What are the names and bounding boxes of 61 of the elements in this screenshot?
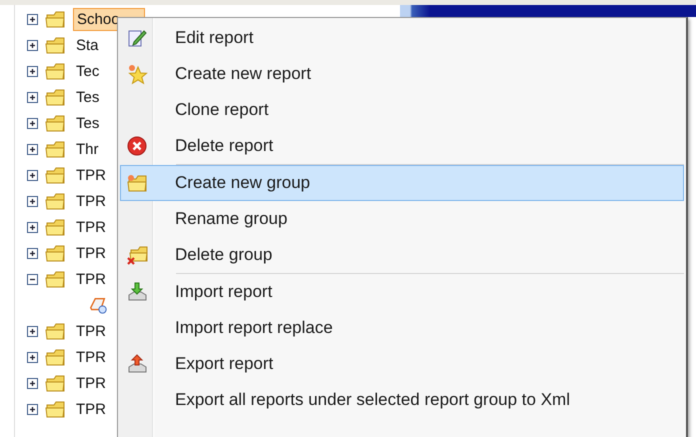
tree-item[interactable]: TPR bbox=[73, 216, 109, 238]
tree-item[interactable]: TPR bbox=[73, 346, 109, 368]
expand-icon[interactable] bbox=[27, 326, 38, 336]
folder-icon bbox=[45, 35, 67, 55]
tree-item[interactable]: Tec bbox=[73, 60, 102, 82]
delete-icon bbox=[126, 135, 148, 157]
folder-icon bbox=[126, 244, 148, 266]
tree-item[interactable]: TPR bbox=[73, 372, 109, 394]
expand-icon[interactable] bbox=[27, 144, 38, 154]
folder-icon bbox=[45, 217, 67, 237]
folder-icon bbox=[45, 269, 67, 289]
tree-item[interactable]: Tes bbox=[73, 112, 102, 134]
star-icon bbox=[126, 63, 148, 85]
tree-item[interactable]: TPR bbox=[73, 164, 109, 186]
tree-item[interactable]: Tes bbox=[73, 86, 102, 108]
expand-icon[interactable] bbox=[27, 378, 38, 388]
folder-icon bbox=[45, 191, 67, 211]
menu-item[interactable]: Rename group bbox=[120, 201, 684, 237]
folder-icon bbox=[45, 347, 67, 367]
folder-icon bbox=[45, 243, 67, 263]
folder-icon bbox=[45, 165, 67, 185]
export-icon bbox=[126, 353, 148, 375]
import-icon bbox=[126, 281, 148, 303]
menu-item[interactable]: Delete report bbox=[120, 128, 684, 164]
folder-icon bbox=[45, 321, 67, 341]
tree-item[interactable]: TPR bbox=[73, 190, 109, 212]
expand-icon[interactable] bbox=[27, 40, 38, 50]
expand-icon[interactable] bbox=[27, 404, 38, 414]
folder-icon bbox=[45, 373, 67, 393]
folder-icon bbox=[45, 139, 67, 159]
collapse-icon[interactable] bbox=[27, 274, 38, 284]
tree-item[interactable]: Thr bbox=[73, 138, 102, 160]
expand-icon[interactable] bbox=[27, 222, 38, 232]
menu-item[interactable]: Import report bbox=[120, 274, 684, 310]
folder-icon bbox=[45, 9, 67, 29]
expand-icon[interactable] bbox=[27, 170, 38, 180]
folder-icon bbox=[45, 113, 67, 133]
folder-icon bbox=[45, 61, 67, 81]
menu-item[interactable]: Export all reports under selected report group to Xml bbox=[120, 382, 684, 418]
menu-item[interactable]: Create new group bbox=[120, 165, 684, 201]
expand-icon[interactable] bbox=[27, 352, 38, 362]
expand-icon[interactable] bbox=[27, 248, 38, 258]
tree-item[interactable]: TPR bbox=[73, 398, 109, 420]
tree-item[interactable]: TPR bbox=[73, 320, 109, 342]
folder-icon bbox=[126, 172, 148, 194]
folder-icon bbox=[45, 87, 67, 107]
menu-item[interactable]: Import report replace bbox=[120, 310, 684, 346]
expand-icon[interactable] bbox=[27, 66, 38, 76]
tree-item[interactable]: Sta bbox=[73, 34, 102, 56]
menu-item[interactable]: Delete group bbox=[120, 237, 684, 273]
menu-item[interactable]: Create new report bbox=[120, 56, 684, 92]
menu-item[interactable]: Clone report bbox=[120, 92, 684, 128]
folder-icon bbox=[45, 399, 67, 419]
expand-icon[interactable] bbox=[27, 196, 38, 206]
expand-icon[interactable] bbox=[27, 14, 38, 24]
menu-item[interactable]: Export report bbox=[120, 346, 684, 382]
expand-icon[interactable] bbox=[27, 118, 38, 128]
tree-item[interactable]: TPR bbox=[73, 268, 109, 290]
tree-item[interactable]: TPR bbox=[73, 242, 109, 264]
report-icon[interactable] bbox=[87, 295, 109, 315]
expand-icon[interactable] bbox=[27, 92, 38, 102]
